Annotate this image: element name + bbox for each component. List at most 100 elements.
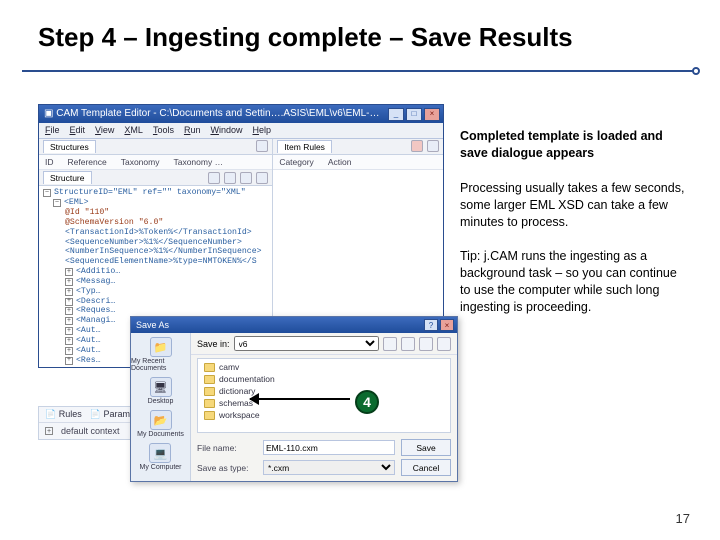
folder-icon bbox=[204, 363, 215, 372]
place-label: My Documents bbox=[137, 431, 184, 438]
cancel-button[interactable]: Cancel bbox=[401, 459, 451, 476]
folder-item[interactable]: workspace bbox=[204, 410, 444, 420]
editor-menubar: File Edit View XML Tools Run Window Help bbox=[39, 123, 443, 139]
structures-header: ID Reference Taxonomy Taxonomy … bbox=[39, 155, 272, 170]
folder-item[interactable]: documentation bbox=[204, 374, 444, 384]
step-number-badge: 4 bbox=[355, 390, 379, 414]
title-rule bbox=[22, 70, 698, 72]
place-label: My Recent Documents bbox=[131, 358, 190, 372]
menu-file[interactable]: File bbox=[45, 125, 60, 136]
col-action: Action bbox=[328, 157, 352, 167]
computer-icon: 💻 bbox=[149, 443, 171, 463]
tab-rules[interactable]: 📄 Rules bbox=[45, 409, 82, 420]
folder-item[interactable]: dictionary bbox=[204, 386, 444, 396]
tree-tool-icon[interactable] bbox=[224, 172, 236, 184]
place-recent[interactable]: 📁 My Recent Documents bbox=[131, 337, 190, 372]
folder-list[interactable]: camv documentation dictionary schemas wo… bbox=[197, 358, 451, 433]
tree-node: <SequencedElementName>%type=NMTOKEN%</S bbox=[65, 257, 257, 267]
default-context-label: default context bbox=[61, 426, 120, 436]
app-icon: ▣ bbox=[44, 108, 53, 120]
back-icon[interactable] bbox=[383, 337, 397, 351]
place-label: Desktop bbox=[148, 398, 174, 405]
tree-node: <Descri… bbox=[76, 297, 115, 307]
tab-structure[interactable]: Structure bbox=[43, 171, 92, 184]
tab-structures[interactable]: Structures bbox=[43, 140, 96, 153]
views-icon[interactable] bbox=[437, 337, 451, 351]
callout-arrow bbox=[250, 398, 350, 400]
maximize-button[interactable]: □ bbox=[406, 108, 422, 121]
close-panel-icon[interactable] bbox=[256, 140, 268, 152]
page-number: 17 bbox=[676, 511, 690, 526]
explanation-lead: Completed template is loaded and save di… bbox=[460, 128, 690, 162]
desktop-icon: 🖥 bbox=[150, 377, 172, 397]
tree-node: <SequenceNumber>%1%</SequenceNumber> bbox=[65, 238, 242, 248]
tree-node: <Aut… bbox=[76, 336, 101, 346]
filename-label: File name: bbox=[197, 443, 257, 453]
help-button[interactable]: ? bbox=[424, 319, 438, 331]
new-folder-icon[interactable] bbox=[419, 337, 433, 351]
tree-node: <NumberInSequence>%1%</NumberInSequence> bbox=[65, 247, 262, 257]
expand-icon[interactable]: + bbox=[45, 427, 53, 435]
tree-node: <Additio… bbox=[76, 267, 120, 277]
delete-icon[interactable] bbox=[411, 140, 423, 152]
folder-icon bbox=[204, 375, 215, 384]
saveas-toolbar: Save in: v6 bbox=[191, 333, 457, 355]
folder-icon bbox=[204, 411, 215, 420]
explanation-tip: Tip: j.CAM runs the ingesting as a backg… bbox=[460, 248, 690, 316]
structures-tabstrip: Structures bbox=[39, 139, 272, 155]
tree-node: <Res… bbox=[76, 356, 101, 366]
tree-node: <Managi… bbox=[76, 316, 115, 326]
col-id: ID bbox=[45, 157, 54, 167]
saveas-title: Save As bbox=[136, 320, 169, 330]
tree-tool-icon[interactable] bbox=[208, 172, 220, 184]
savetype-select[interactable]: *.cxm bbox=[263, 460, 395, 475]
up-icon[interactable] bbox=[401, 337, 415, 351]
tree-attr: @SchemaVersion "6.0" bbox=[65, 218, 163, 228]
slide-title: Step 4 – Ingesting complete – Save Resul… bbox=[0, 0, 720, 59]
editor-window-title: CAM Template Editor - C:\Documents and S… bbox=[56, 108, 379, 120]
close-button[interactable]: × bbox=[440, 319, 454, 331]
tree-node: <Messag… bbox=[76, 277, 115, 287]
structure-tabstrip: Structure bbox=[39, 170, 272, 186]
tree-tool-icon[interactable] bbox=[240, 172, 252, 184]
itemrules-tabstrip: Item Rules bbox=[273, 139, 443, 155]
title-rule-endcap bbox=[692, 67, 700, 75]
folder-icon bbox=[204, 387, 215, 396]
panel-menu-icon[interactable] bbox=[427, 140, 439, 152]
place-mydocs[interactable]: 📂 My Documents bbox=[137, 410, 184, 438]
save-button[interactable]: Save bbox=[401, 439, 451, 456]
minimize-button[interactable]: _ bbox=[388, 108, 404, 121]
folder-item[interactable]: camv bbox=[204, 362, 444, 372]
tree-node: <Typ… bbox=[76, 287, 101, 297]
recent-docs-icon: 📁 bbox=[150, 337, 172, 357]
savein-select[interactable]: v6 bbox=[234, 336, 379, 351]
place-label: My Computer bbox=[139, 464, 181, 471]
menu-edit[interactable]: Edit bbox=[70, 125, 86, 136]
place-mycomp[interactable]: 💻 My Computer bbox=[139, 443, 181, 471]
itemrules-header: Category Action bbox=[273, 155, 443, 170]
explanation-paragraph: Processing usually takes a few seconds, … bbox=[460, 180, 690, 231]
menu-window[interactable]: Window bbox=[210, 125, 242, 136]
menu-run[interactable]: Run bbox=[184, 125, 201, 136]
tree-tool-icon[interactable] bbox=[256, 172, 268, 184]
folder-icon bbox=[204, 399, 215, 408]
col-category: Category bbox=[279, 157, 314, 167]
close-button[interactable]: × bbox=[424, 108, 440, 121]
tree-attr: @Id "110" bbox=[65, 208, 109, 218]
savein-label: Save in: bbox=[197, 339, 230, 349]
tab-item-rules[interactable]: Item Rules bbox=[277, 140, 332, 153]
menu-xml[interactable]: XML bbox=[124, 125, 143, 136]
tree-node: <Aut… bbox=[76, 326, 101, 336]
filename-field[interactable] bbox=[263, 440, 395, 455]
savetype-label: Save as type: bbox=[197, 463, 257, 473]
menu-help[interactable]: Help bbox=[252, 125, 271, 136]
editor-titlebar: ▣ CAM Template Editor - C:\Documents and… bbox=[39, 105, 443, 123]
col-taxonomy: Taxonomy bbox=[121, 157, 160, 167]
place-desktop[interactable]: 🖥 Desktop bbox=[148, 377, 174, 405]
places-bar: 📁 My Recent Documents 🖥 Desktop 📂 My Doc… bbox=[131, 333, 191, 481]
tree-node: <EML> bbox=[64, 198, 89, 208]
tree-root: StructureID="EML" ref="" taxonomy="XML" bbox=[54, 188, 246, 198]
menu-view[interactable]: View bbox=[95, 125, 114, 136]
menu-tools[interactable]: Tools bbox=[153, 125, 174, 136]
col-taxonomy2: Taxonomy … bbox=[173, 157, 223, 167]
